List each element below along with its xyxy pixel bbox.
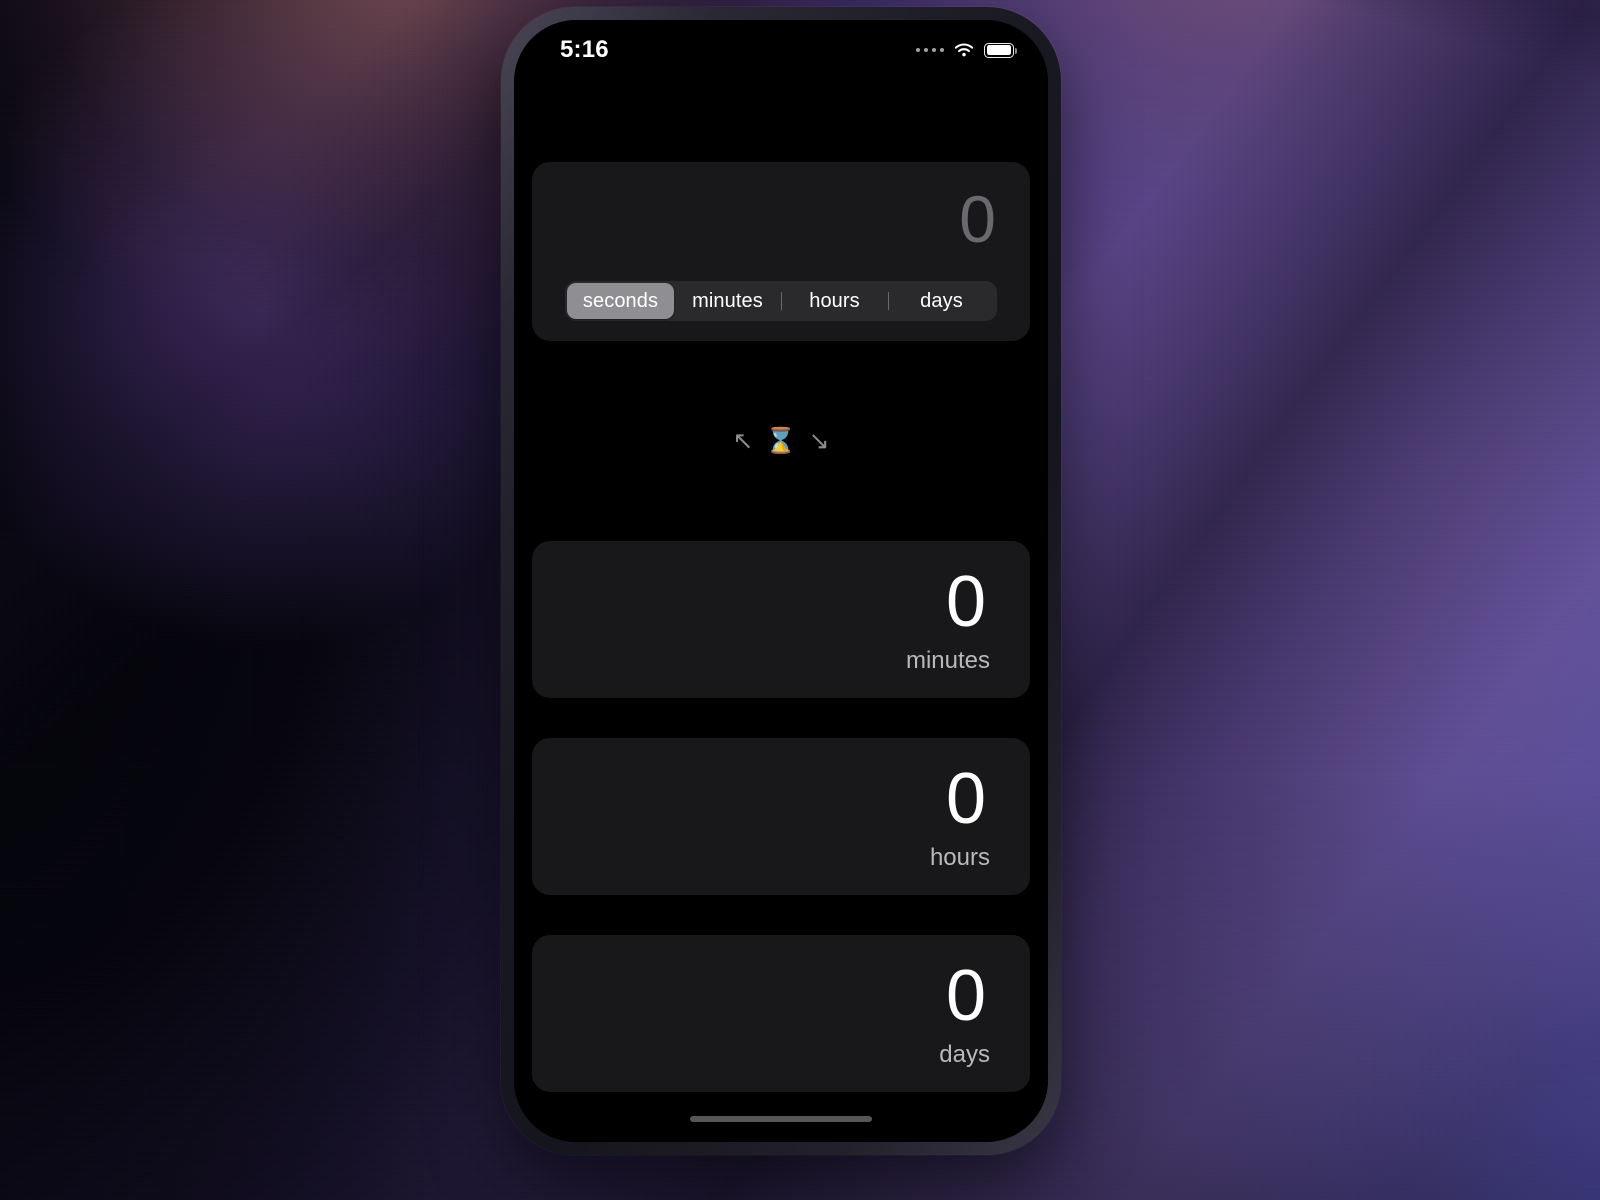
hours-card[interactable]: 0 hours bbox=[532, 738, 1030, 895]
segment-seconds-label: seconds bbox=[582, 289, 659, 312]
hours-value: 0 bbox=[945, 758, 986, 839]
segment-minutes-label: minutes bbox=[692, 289, 763, 312]
arrow-down-right-icon[interactable]: ↘ bbox=[809, 428, 830, 454]
segment-days[interactable]: days bbox=[888, 283, 995, 319]
main-content: 0 seconds minutes hours days ↖ ⌛ ↘ 0 min… bbox=[514, 74, 1048, 1142]
hours-label: hours bbox=[929, 844, 990, 872]
segment-seconds[interactable]: seconds bbox=[567, 283, 674, 319]
hourglass-icon[interactable]: ⌛ bbox=[765, 428, 796, 454]
status-bar: 5:16 bbox=[514, 20, 1048, 74]
days-card[interactable]: 0 days bbox=[532, 935, 1030, 1092]
wifi-icon bbox=[954, 43, 974, 56]
minutes-card[interactable]: 0 minutes bbox=[532, 541, 1030, 698]
days-value: 0 bbox=[945, 955, 986, 1036]
home-indicator[interactable] bbox=[690, 1116, 872, 1122]
unit-segmented-control[interactable]: seconds minutes hours days bbox=[565, 281, 997, 321]
minutes-label: minutes bbox=[905, 647, 990, 675]
status-bar-clock: 5:16 bbox=[560, 36, 609, 63]
battery-full-icon bbox=[984, 42, 1018, 58]
segment-hours[interactable]: hours bbox=[781, 283, 888, 319]
seconds-value: 0 bbox=[959, 182, 996, 256]
phone-device-frame: 5:16 0 seconds minutes hours days ↖ ⌛ ↘ … bbox=[501, 7, 1061, 1155]
status-bar-indicators bbox=[915, 42, 1018, 59]
minutes-value: 0 bbox=[945, 561, 986, 642]
segment-days-label: days bbox=[920, 289, 963, 312]
segment-minutes[interactable]: minutes bbox=[674, 283, 781, 319]
signal-dots-icon bbox=[915, 47, 944, 53]
arrow-up-left-icon[interactable]: ↖ bbox=[732, 428, 753, 454]
seconds-card: 0 seconds minutes hours days bbox=[532, 162, 1030, 341]
segment-hours-label: hours bbox=[809, 289, 860, 312]
resize-control[interactable]: ↖ ⌛ ↘ bbox=[532, 341, 1030, 541]
phone-bezel: 5:16 0 seconds minutes hours days ↖ ⌛ ↘ … bbox=[514, 20, 1048, 1142]
days-label: days bbox=[939, 1041, 990, 1069]
phone-screen: 5:16 0 seconds minutes hours days ↖ ⌛ ↘ … bbox=[514, 20, 1048, 1142]
